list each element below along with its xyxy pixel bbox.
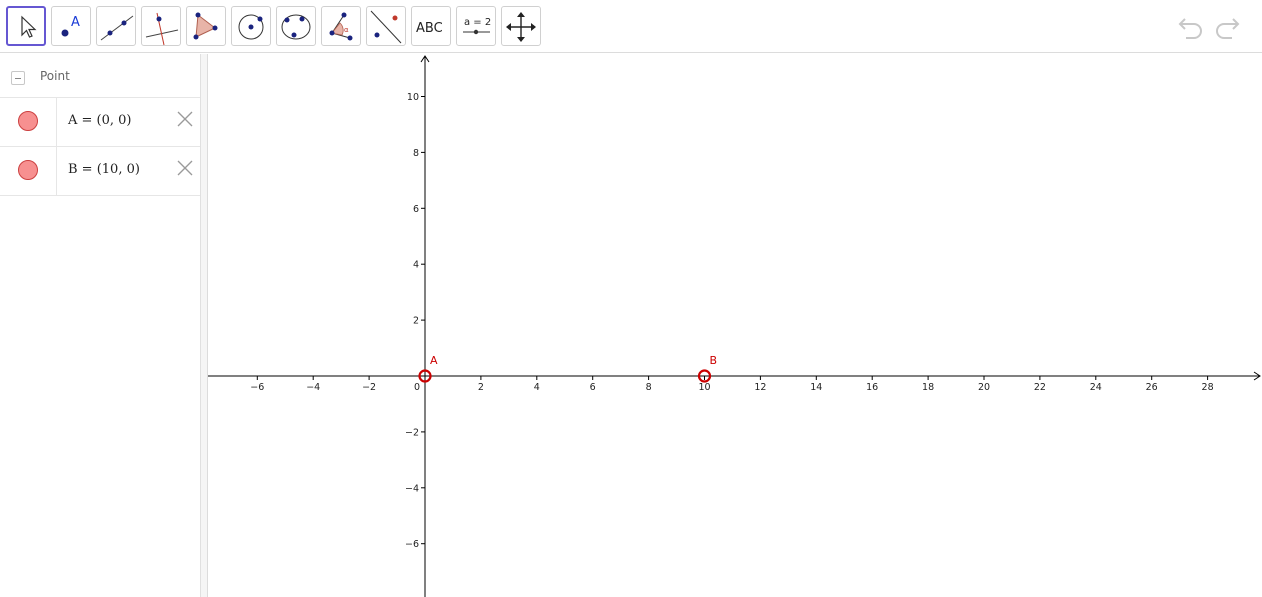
delete-icon[interactable] — [176, 110, 194, 128]
x-tick-label: 28 — [1202, 382, 1214, 393]
x-tick-label: 24 — [1090, 382, 1102, 393]
axes — [208, 55, 1261, 597]
algebra-group-label: Point — [40, 69, 70, 83]
point-tool-label: A — [71, 15, 80, 30]
algebra-item-text[interactable]: B = (10, 0) — [68, 162, 140, 177]
x-tick-label: −6 — [250, 382, 264, 393]
reflect-icon — [370, 10, 402, 44]
undo-icon — [1178, 18, 1202, 39]
graphics-view[interactable]: −6 −4 −2 0 2 4 6 8 10 12 14 16 18 20 22 24 26 28 108642−2… — [208, 54, 1262, 597]
y-tick-label: 10 — [407, 92, 419, 103]
cursor-arrow-icon — [21, 15, 37, 38]
point-label: B — [710, 354, 718, 367]
x-tick-label: 10 — [698, 382, 710, 393]
angle-tool-button[interactable]: α — [321, 6, 361, 46]
slider-tool-label: a = 2 — [464, 17, 491, 28]
text-tool-button[interactable]: ABC — [411, 6, 451, 46]
x-tick-label: 14 — [810, 382, 822, 393]
redo-icon — [1216, 18, 1240, 39]
x-tick-label: 6 — [590, 382, 596, 393]
y-axis-ticks: 10 8 6 4 2 −2 −4 −6 — [405, 92, 425, 550]
x-tick-label: 4 — [534, 382, 540, 393]
x-tick-label: 18 — [922, 382, 934, 393]
move-tool-button[interactable] — [6, 6, 46, 46]
perpendicular-line-icon — [145, 12, 179, 46]
redo-button[interactable] — [1212, 12, 1242, 40]
toolbar: A α ABC a = 2 — [0, 0, 1262, 53]
move-arrows-icon — [506, 12, 536, 42]
undo-button[interactable] — [1176, 12, 1206, 40]
slider-tool-button[interactable]: a = 2 — [456, 6, 496, 46]
x-tick-label: 16 — [866, 382, 878, 393]
y-tick-label: 2 — [413, 316, 419, 327]
collapse-group-button[interactable] — [11, 71, 25, 85]
circle-center-icon — [238, 14, 264, 40]
circle-three-points-tool-button[interactable] — [276, 6, 316, 46]
angle-icon: α — [329, 12, 353, 41]
x-tick-label: 8 — [646, 382, 652, 393]
text-icon: ABC — [416, 21, 443, 36]
line-tool-button[interactable] — [96, 6, 136, 46]
algebra-group-header: Point — [0, 54, 200, 98]
perpendicular-line-tool-button[interactable] — [141, 6, 181, 46]
visibility-toggle-cell — [0, 147, 57, 195]
x-tick-label: 22 — [1034, 382, 1046, 393]
x-tick-label: 26 — [1146, 382, 1158, 393]
move-graphics-view-tool-button[interactable] — [501, 6, 541, 46]
y-tick-label: −6 — [405, 539, 419, 550]
visibility-toggle-cell — [0, 98, 57, 146]
y-tick-label: −2 — [405, 427, 419, 438]
reflect-tool-button[interactable] — [366, 6, 406, 46]
x-tick-label: 20 — [978, 382, 990, 393]
y-tick-label: 4 — [413, 260, 419, 271]
text-tool-label: ABC — [416, 21, 443, 36]
algebra-item-text[interactable]: A = (0, 0) — [68, 113, 132, 128]
polygon-icon — [193, 12, 218, 40]
svg-text:α: α — [344, 26, 349, 34]
y-tick-label: −4 — [405, 483, 419, 494]
slider-icon: a = 2 — [463, 17, 491, 35]
x-tick-label: −2 — [362, 382, 376, 393]
delete-icon[interactable] — [176, 159, 194, 177]
circle-center-point-tool-button[interactable] — [231, 6, 271, 46]
points-layer: AB — [418, 354, 718, 383]
x-tick-label: 12 — [754, 382, 766, 393]
point-tool-button[interactable]: A — [51, 6, 91, 46]
x-tick-label: 2 — [478, 382, 484, 393]
x-axis-ticks: −6 −4 −2 0 2 4 6 8 10 12 14 16 18 20 22 24 26 28 — [250, 376, 1214, 393]
algebra-view: Point A = (0, 0) B = (10, 0) — [0, 54, 201, 597]
view-divider[interactable] — [201, 54, 208, 597]
algebra-item-b[interactable]: B = (10, 0) — [0, 147, 200, 196]
line-icon — [100, 15, 134, 41]
x-tick-label: 0 — [414, 382, 420, 393]
visibility-toggle-icon[interactable] — [18, 111, 38, 131]
point-label: A — [430, 354, 438, 367]
polygon-tool-button[interactable] — [186, 6, 226, 46]
circle-three-points-icon — [281, 14, 311, 40]
x-tick-label: −4 — [306, 382, 320, 393]
visibility-toggle-icon[interactable] — [18, 160, 38, 180]
algebra-item-a[interactable]: A = (0, 0) — [0, 98, 200, 147]
y-tick-label: 6 — [413, 204, 419, 215]
point-icon: A — [61, 15, 80, 37]
y-tick-label: 8 — [413, 148, 419, 159]
